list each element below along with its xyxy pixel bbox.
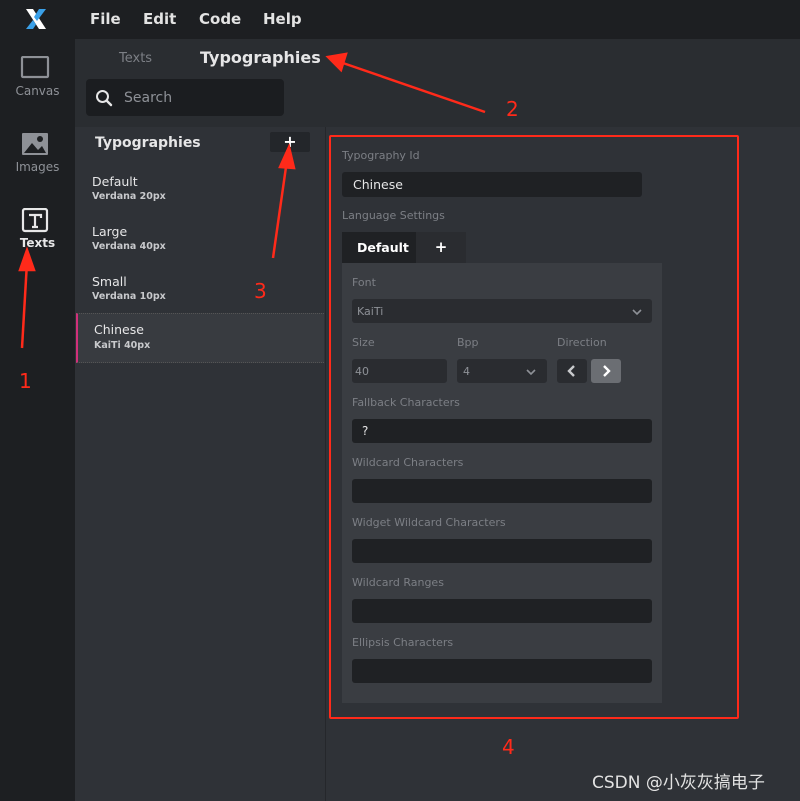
typography-list-item[interactable]: Large Verdana 40px: [76, 220, 324, 268]
x-logo-icon[interactable]: [24, 7, 48, 31]
typography-name: Large: [92, 224, 128, 239]
typography-name: Default: [92, 174, 138, 189]
typography-name: Small: [92, 274, 127, 289]
annotation-number-4: 4: [502, 735, 515, 759]
typography-list-item-selected[interactable]: Chinese KaiTi 40px: [76, 313, 324, 363]
typography-meta: Verdana 10px: [92, 291, 166, 302]
typography-list-item[interactable]: Default Verdana 20px: [76, 170, 324, 218]
typography-name: Chinese: [94, 322, 144, 337]
tab-texts[interactable]: Texts: [119, 51, 152, 66]
menu-bar: [75, 0, 800, 39]
search-box[interactable]: [86, 79, 284, 116]
annotation-number-2: 2: [506, 97, 519, 121]
rail-item-canvas[interactable]: Canvas: [0, 56, 75, 126]
text-icon: [21, 208, 49, 233]
menu-code[interactable]: Code: [199, 10, 241, 28]
typography-meta: Verdana 20px: [92, 191, 166, 202]
typography-meta: Verdana 40px: [92, 241, 166, 252]
list-title: Typographies: [95, 135, 201, 151]
rail-label-texts: Texts: [19, 236, 56, 250]
canvas-icon: [20, 56, 50, 79]
menu-file[interactable]: File: [90, 10, 121, 28]
rail-item-images[interactable]: Images: [0, 132, 75, 202]
highlight-box: [329, 135, 739, 719]
typography-meta: KaiTi 40px: [94, 340, 151, 351]
annotation-number-3: 3: [254, 279, 267, 303]
menu-edit[interactable]: Edit: [143, 10, 176, 28]
typography-list-item[interactable]: Small Verdana 10px: [76, 270, 324, 318]
rail-label-images: Images: [15, 160, 60, 174]
search-input[interactable]: Search: [124, 90, 172, 106]
menu-help[interactable]: Help: [263, 10, 302, 28]
rail-label-canvas: Canvas: [15, 84, 60, 98]
add-typography-button[interactable]: +: [270, 132, 310, 152]
tab-typographies[interactable]: Typographies: [200, 48, 321, 67]
watermark: CSDN @小灰灰搞电子: [592, 773, 765, 793]
search-icon: [96, 90, 113, 107]
rail-item-texts[interactable]: Texts: [0, 208, 75, 278]
annotation-number-1: 1: [19, 369, 32, 393]
image-icon: [22, 133, 48, 155]
